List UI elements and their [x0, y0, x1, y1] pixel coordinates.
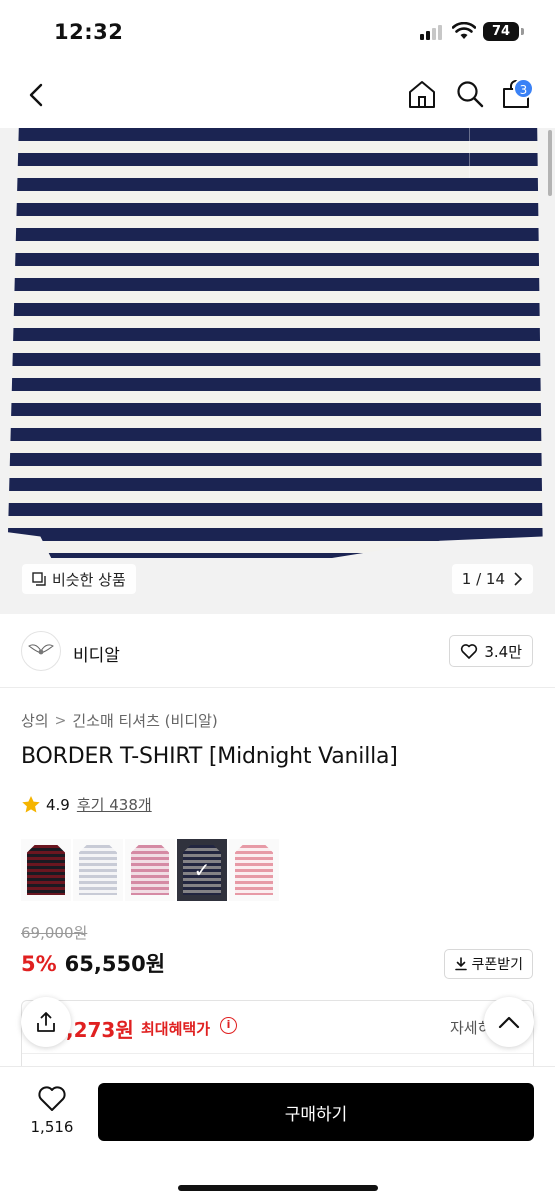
checkmark-icon: ✓	[177, 839, 227, 901]
status-bar: 12:32 74	[0, 0, 555, 62]
scroll-to-top-button[interactable]	[484, 997, 534, 1047]
color-swatch-light-pink[interactable]	[229, 839, 279, 901]
bottom-action-bar: 1,516 구매하기	[0, 1066, 555, 1200]
share-icon	[37, 1012, 55, 1032]
breadcrumb: 상의 > 긴소매 티셔츠 (비디알)	[21, 710, 218, 731]
swatch-tee	[27, 845, 65, 895]
brand-like-count: 3.4만	[484, 642, 522, 661]
color-swatch-grey[interactable]	[73, 839, 123, 901]
scroll-indicator	[548, 130, 552, 196]
color-swatch-navy[interactable]: ✓	[177, 839, 227, 901]
home-indicator	[178, 1185, 378, 1191]
discount-rate: 5%	[21, 952, 57, 976]
chevron-right-icon: >	[54, 712, 67, 729]
wifi-icon	[452, 22, 476, 39]
nav-header	[0, 62, 555, 128]
brand-row: 비디알 3.4만	[0, 614, 555, 688]
rating-score: 4.9	[46, 795, 70, 814]
coupon-download-button[interactable]: 쿠폰받기	[444, 949, 533, 979]
shirt-pocket-seam	[350, 128, 470, 178]
swatch-tee	[235, 845, 273, 895]
share-button[interactable]	[21, 997, 71, 1047]
gallery-page-indicator[interactable]: 1 / 14	[451, 564, 533, 594]
color-swatch-pink[interactable]	[125, 839, 175, 901]
wishlist-button[interactable]: 1,516	[24, 1085, 80, 1136]
buy-button[interactable]: 구매하기	[98, 1083, 534, 1141]
similar-products-button[interactable]: 비슷한 상품	[22, 564, 136, 594]
star-icon	[22, 796, 40, 813]
coupon-label: 쿠폰받기	[471, 957, 523, 973]
price-row: 5% 65,550원	[21, 948, 165, 978]
rating-row: 4.9 후기 438개	[21, 794, 152, 815]
color-swatch-list: ✓	[21, 839, 279, 901]
max-benefit-price: ,273원	[66, 1018, 134, 1042]
product-image-gallery[interactable]: 비슷한 상품 1 / 14	[0, 128, 555, 614]
battery-icon: 74	[483, 22, 519, 41]
breadcrumb-item-subcategory[interactable]: 긴소매 티셔츠 (비디알)	[72, 710, 217, 731]
product-title: BORDER T-SHIRT [Midnight Vanilla]	[21, 744, 398, 769]
swatch-tee	[131, 845, 169, 895]
chevron-right-icon	[514, 572, 523, 586]
page-indicator-text: 1 / 14	[461, 570, 505, 588]
product-image	[8, 128, 543, 558]
similar-products-label: 비슷한 상품	[52, 570, 126, 589]
swatch-tee	[79, 845, 117, 895]
original-price: 69,000원	[21, 924, 88, 942]
sale-price: 65,550원	[64, 952, 166, 976]
brand-name[interactable]: 비디알	[73, 641, 120, 666]
home-icon[interactable]	[406, 78, 438, 110]
brand-wings-icon	[28, 644, 54, 655]
benefit-divider	[22, 1053, 533, 1054]
heart-icon	[461, 644, 478, 659]
chevron-up-icon	[498, 1016, 520, 1029]
battery-tip	[521, 28, 524, 35]
similar-items-icon	[32, 572, 46, 586]
download-icon	[455, 957, 468, 971]
color-swatch-burgundy[interactable]	[21, 839, 71, 901]
cart-count-badge: 3	[513, 78, 534, 99]
review-count-link[interactable]: 후기 438개	[77, 794, 152, 815]
status-time: 12:32	[54, 20, 124, 44]
cellular-signal-icon	[420, 24, 444, 40]
heart-icon	[38, 1086, 66, 1111]
wishlist-count: 1,516	[30, 1118, 74, 1136]
search-icon[interactable]	[454, 78, 486, 110]
info-icon[interactable]: i	[220, 1017, 237, 1034]
brand-logo[interactable]	[21, 631, 61, 671]
back-arrow-icon[interactable]	[22, 80, 52, 110]
breadcrumb-item-category[interactable]: 상의	[21, 710, 49, 731]
brand-like-button[interactable]: 3.4만	[449, 635, 533, 667]
max-benefit-label: 최대혜택가	[141, 1020, 211, 1038]
